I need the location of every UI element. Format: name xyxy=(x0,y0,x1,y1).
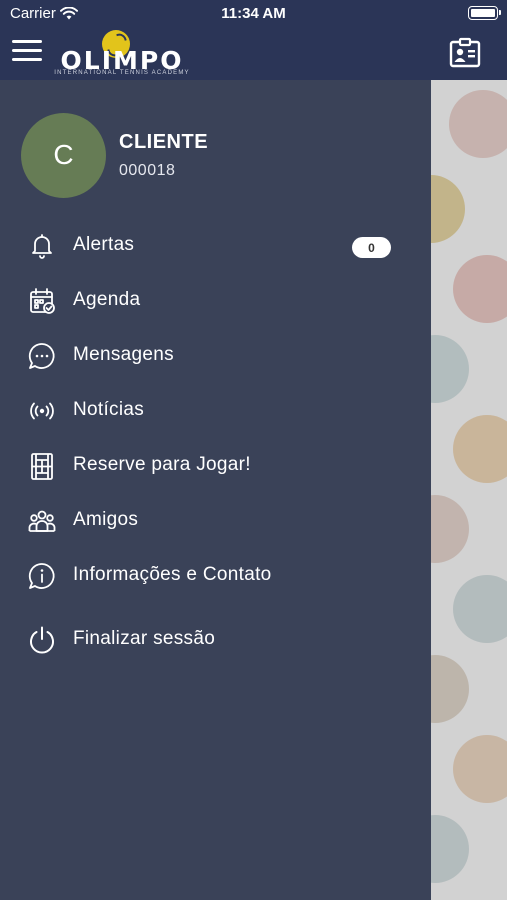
menu-item-alertas[interactable]: Alertas 0 xyxy=(0,220,431,270)
menu-item-informacoes[interactable]: Informações e Contato xyxy=(0,550,431,600)
menu-item-agenda[interactable]: Agenda xyxy=(0,275,431,325)
clock: 11:34 AM xyxy=(221,5,286,22)
background-pattern-circle xyxy=(431,335,469,403)
olimpo-logo: OLIMPO INTERNATIONAL TENNIS ACADEMY xyxy=(52,28,192,78)
navigation-drawer: C CLIENTE 000018 Alertas 0 Agenda Mensag… xyxy=(0,80,431,900)
menu-toggle-button[interactable] xyxy=(12,40,42,64)
avatar: C xyxy=(21,112,106,198)
hamburger-line xyxy=(12,49,42,52)
menu-label: Agenda xyxy=(73,289,141,310)
logo-subtitle: INTERNATIONAL TENNIS ACADEMY xyxy=(54,70,190,76)
battery-icon xyxy=(468,6,501,20)
user-profile[interactable]: C CLIENTE 000018 xyxy=(21,112,208,198)
calendar-icon xyxy=(30,288,55,314)
menu-label: Notícias xyxy=(73,399,145,420)
menu-item-amigos[interactable]: Amigos xyxy=(0,495,431,545)
broadcast-icon xyxy=(30,402,54,420)
menu-label: Amigos xyxy=(73,509,139,530)
app-header: OLIMPO INTERNATIONAL TENNIS ACADEMY xyxy=(0,28,507,80)
menu-label: Mensagens xyxy=(73,344,174,365)
alerts-count-badge: 0 xyxy=(352,237,391,258)
menu-item-mensagens[interactable]: Mensagens xyxy=(0,330,431,380)
menu-item-logout[interactable]: Finalizar sessão xyxy=(0,614,431,664)
menu-label: Finalizar sessão xyxy=(73,628,216,649)
hamburger-line xyxy=(12,58,42,61)
bell-icon xyxy=(32,234,52,259)
profile-info: CLIENTE 000018 xyxy=(119,131,208,180)
background-pattern-circle xyxy=(449,90,507,158)
menu-label: Reserve para Jogar! xyxy=(73,454,251,475)
chat-bubble-icon xyxy=(28,343,55,369)
info-bubble-icon xyxy=(28,563,55,589)
user-name: CLIENTE xyxy=(119,130,209,153)
menu-item-noticias[interactable]: Notícias xyxy=(0,385,431,435)
background-pattern-circle xyxy=(453,575,507,643)
user-code: 000018 xyxy=(119,161,176,179)
background-pattern-circle xyxy=(453,255,507,323)
friends-icon xyxy=(28,510,56,532)
background-pattern-circle xyxy=(453,415,507,483)
background-pattern-circle xyxy=(431,815,469,883)
id-card-icon[interactable] xyxy=(449,37,481,69)
hamburger-line xyxy=(12,40,42,43)
status-bar: Carrier 11:34 AM xyxy=(0,0,507,28)
menu-label: Alertas xyxy=(73,234,135,255)
background-pattern-circle xyxy=(431,175,465,243)
background-pattern-circle xyxy=(431,655,469,723)
court-icon xyxy=(31,453,53,480)
menu-label: Informações e Contato xyxy=(73,564,272,585)
background-pattern-circle xyxy=(431,495,469,563)
menu-item-reserve[interactable]: Reserve para Jogar! xyxy=(0,440,431,490)
power-icon xyxy=(30,626,54,654)
background-pattern-circle xyxy=(453,735,507,803)
background-content xyxy=(431,80,507,900)
